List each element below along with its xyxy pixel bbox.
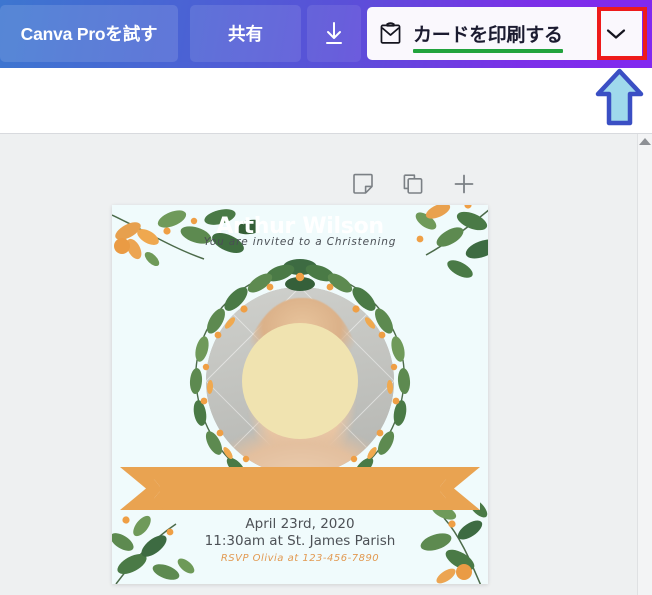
notes-button[interactable] <box>352 173 374 195</box>
try-canva-pro-label: Canva Proを試す <box>20 24 158 44</box>
download-icon <box>326 22 342 44</box>
name-banner <box>120 467 480 510</box>
card-name: Arthur Wilson <box>216 214 384 239</box>
print-card-button-group[interactable]: カードを印刷する <box>367 7 642 60</box>
add-page-button[interactable] <box>452 172 476 196</box>
secondary-toolbar-area <box>0 68 652 134</box>
download-button[interactable] <box>307 5 361 62</box>
page-tools-group <box>352 172 476 196</box>
print-options-dropdown-button[interactable] <box>589 7 642 60</box>
card-rsvp: RSVP Olivia at 123-456-7890 <box>220 553 380 564</box>
canvas-scrollbar[interactable] <box>637 134 652 595</box>
try-canva-pro-button[interactable]: Canva Proを試す <box>0 5 178 62</box>
design-canvas-area: You are invited to a Christening Arthur … <box>0 134 652 595</box>
share-button[interactable]: 共有 <box>190 5 301 62</box>
add-page-icon <box>454 174 474 194</box>
annotation-arrow-up-icon <box>595 68 644 126</box>
share-label: 共有 <box>228 24 263 44</box>
top-toolbar: Canva Proを試す 共有 カードを印刷する <box>0 0 652 68</box>
card-photo[interactable] <box>206 287 394 475</box>
print-label-underline <box>413 49 563 53</box>
envelope-icon <box>380 22 401 44</box>
duplicate-page-icon <box>403 174 423 194</box>
duplicate-page-button[interactable] <box>402 173 424 195</box>
face-redaction-overlay <box>242 323 358 439</box>
invitation-card[interactable]: You are invited to a Christening Arthur … <box>112 205 488 584</box>
print-card-button[interactable]: カードを印刷する <box>367 7 589 60</box>
scroll-up-arrow-icon[interactable] <box>639 138 651 145</box>
chevron-down-icon <box>606 28 625 39</box>
card-venue: 11:30am at St. James Parish <box>204 533 396 549</box>
card-date: April 23rd, 2020 <box>245 516 355 532</box>
sticky-note-icon <box>353 173 373 194</box>
print-card-label: カードを印刷する <box>413 25 563 46</box>
